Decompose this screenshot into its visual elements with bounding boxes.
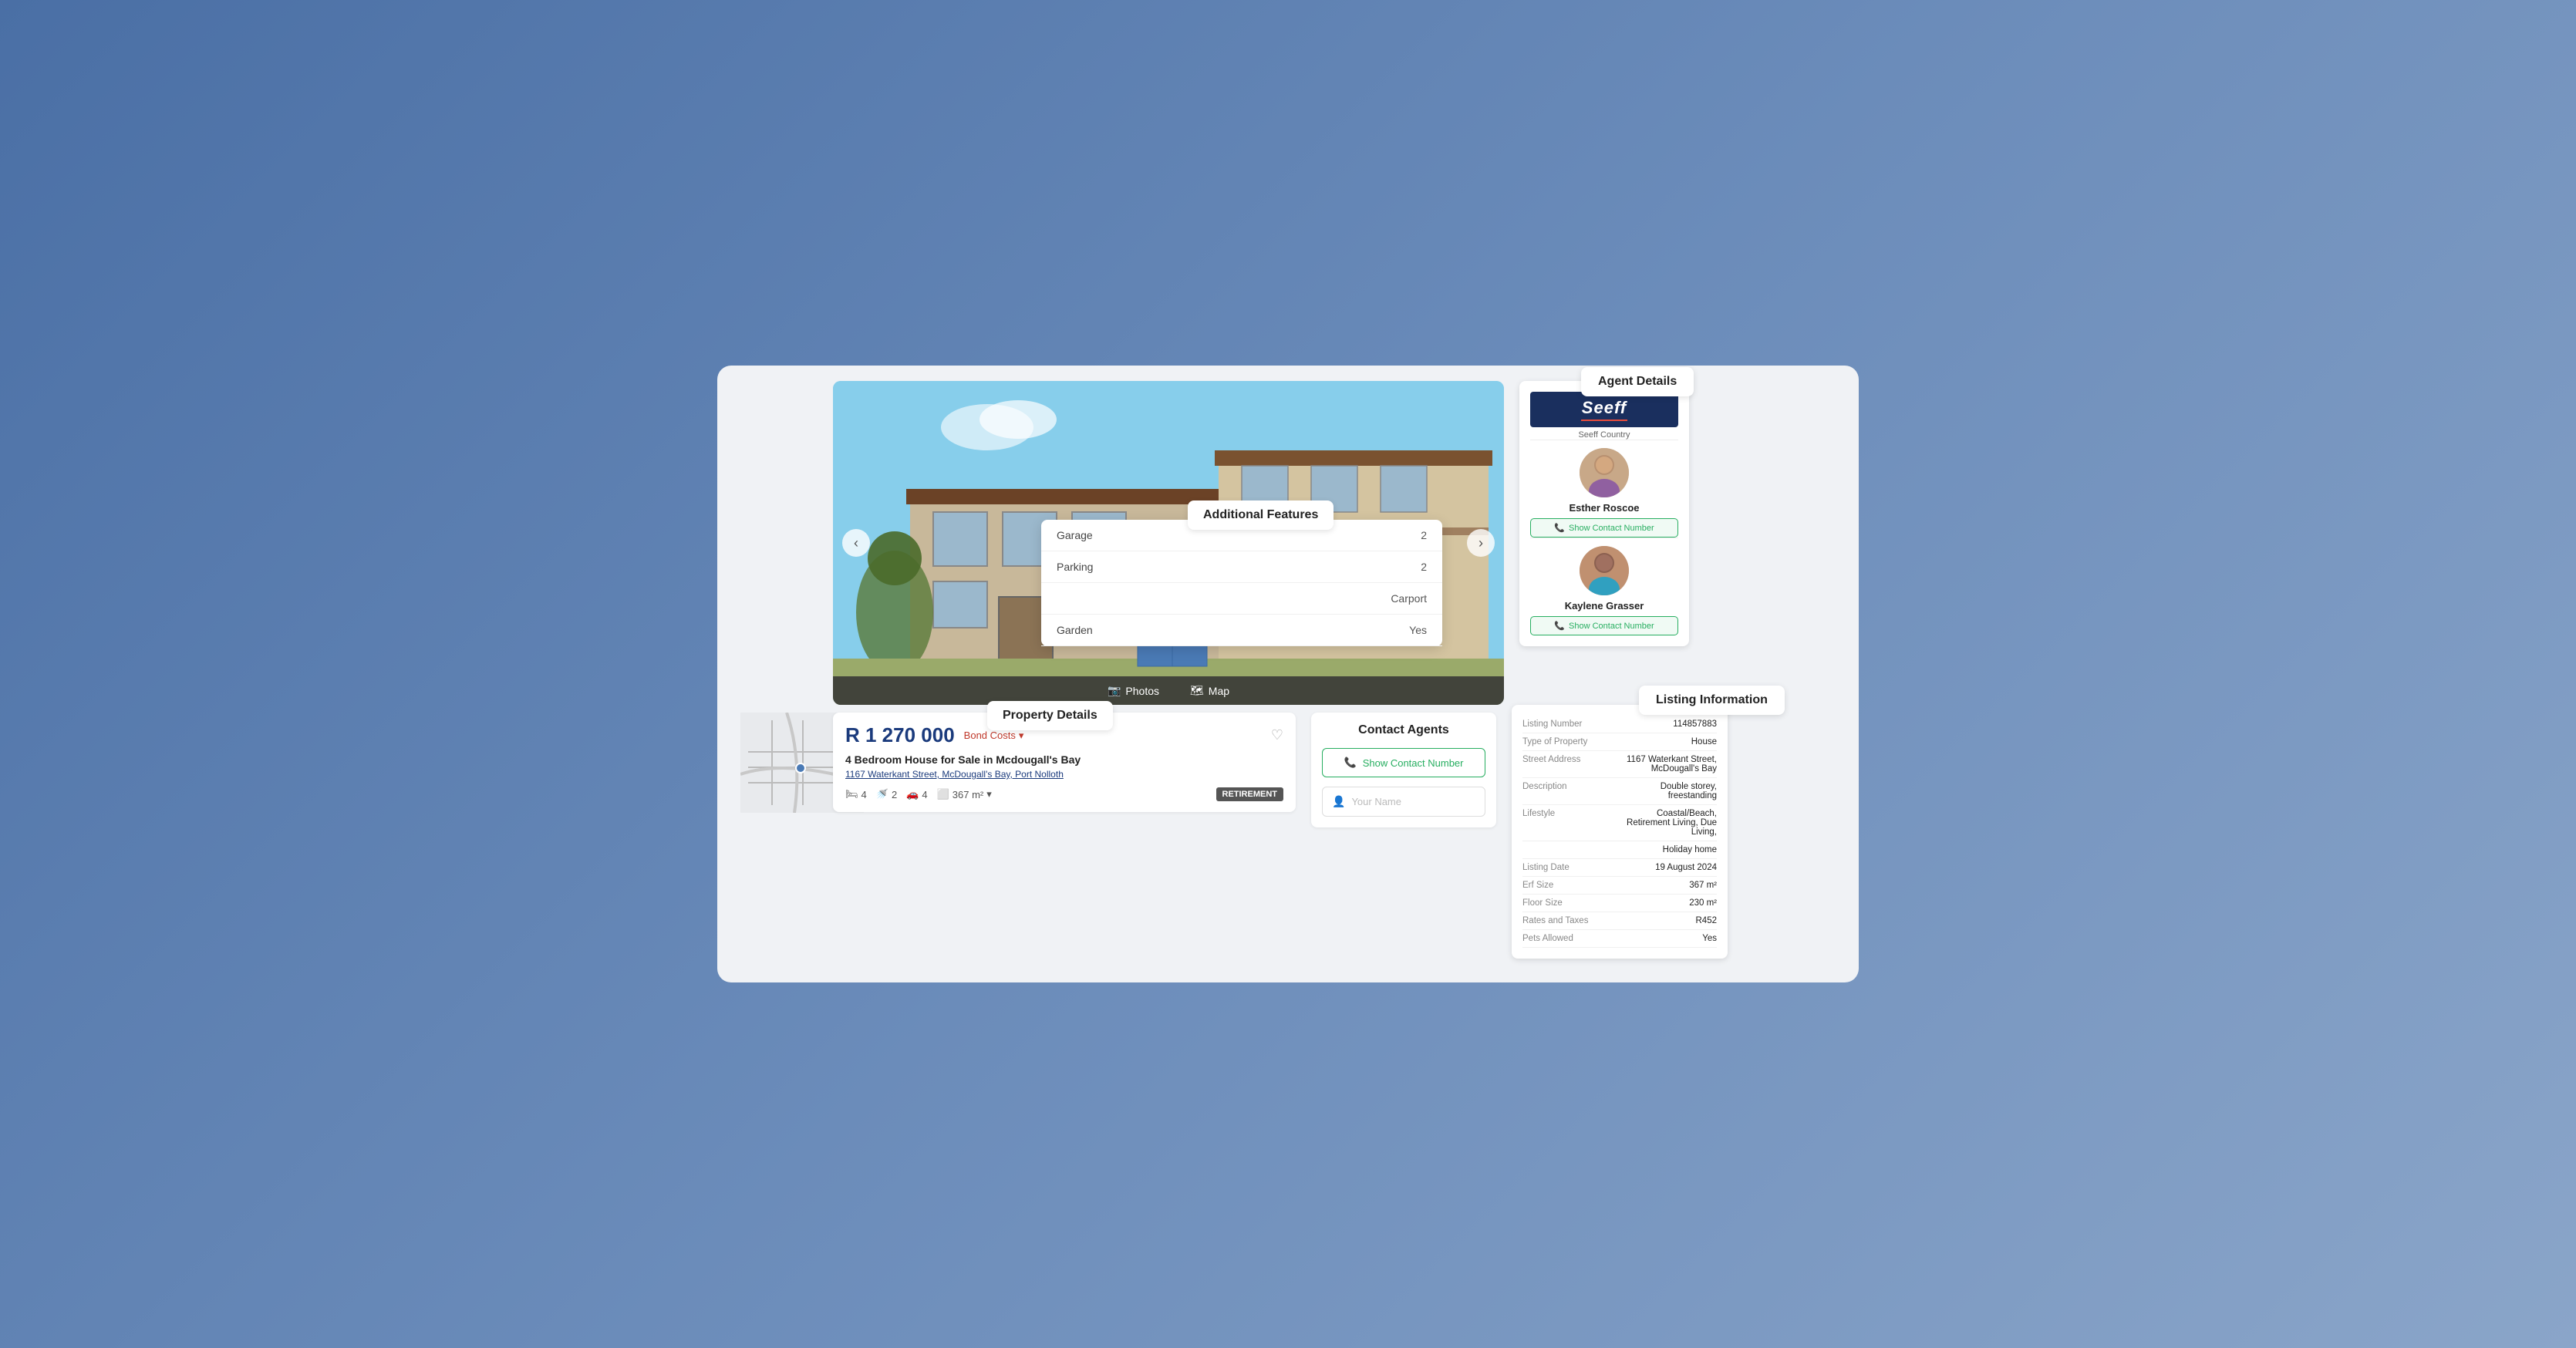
feature-value: Yes xyxy=(1242,615,1442,646)
listing-row: Street Address1167 Waterkant Street, McD… xyxy=(1522,751,1717,778)
agent-details-header: Agent Details xyxy=(1581,367,1694,396)
agent-avatar-kaylene xyxy=(1580,546,1629,595)
listing-row: Floor Size230 m² xyxy=(1522,895,1717,912)
additional-features-header: Additional Features xyxy=(1188,500,1334,530)
bath-icon: 🚿 xyxy=(876,788,888,800)
phone-icon-esther: 📞 xyxy=(1554,523,1565,533)
car-icon: 🚗 xyxy=(906,788,919,800)
photos-button[interactable]: 📷 Photos xyxy=(1108,684,1159,697)
seeff-country: Seeff Country xyxy=(1530,430,1678,440)
listing-row-value: 114857883 xyxy=(1615,719,1717,729)
property-title: 4 Bedroom House for Sale in Mcdougall's … xyxy=(845,753,1283,766)
listing-row-label: Erf Size xyxy=(1522,881,1615,890)
seeff-underline xyxy=(1581,420,1627,421)
listing-row-label: Rates and Taxes xyxy=(1522,916,1615,925)
image-toolbar: 📷 Photos 🗺 Map xyxy=(833,676,1504,705)
listing-row: Pets AllowedYes xyxy=(1522,930,1717,948)
bed-icon: 🛏 xyxy=(845,788,858,800)
feature-value: Carport xyxy=(1242,583,1442,615)
listing-row-value: Double storey, freestanding xyxy=(1615,782,1717,800)
listing-row-label xyxy=(1522,845,1615,854)
your-name-input[interactable]: 👤 Your Name xyxy=(1322,787,1485,817)
phone-icon-main: 📞 xyxy=(1344,757,1357,769)
property-stats: 🛏 4 🚿 2 🚗 4 ⬜ 367 m² ▾ RETIREMENT xyxy=(845,787,1283,801)
map-button[interactable]: 🗺 Map xyxy=(1190,684,1229,697)
show-contact-button-main[interactable]: 📞 Show Contact Number xyxy=(1322,748,1485,777)
listing-row: Type of PropertyHouse xyxy=(1522,733,1717,751)
chevron-down-icon: ▾ xyxy=(1019,730,1024,742)
agent-name-esther: Esther Roscoe xyxy=(1569,502,1639,514)
listing-row-label: Listing Date xyxy=(1522,863,1615,872)
listing-row-value: 19 August 2024 xyxy=(1615,863,1717,872)
agent-name-kaylene: Kaylene Grasser xyxy=(1565,600,1644,612)
show-contact-button-esther[interactable]: 📞 Show Contact Number xyxy=(1530,518,1678,538)
listing-row-value: 367 m² xyxy=(1615,881,1717,890)
feature-label: Parking xyxy=(1041,551,1242,583)
contact-agents-title: Contact Agents xyxy=(1322,723,1485,737)
next-image-button[interactable]: › xyxy=(1467,529,1495,557)
agent-card-esther: Esther Roscoe 📞 Show Contact Number xyxy=(1530,440,1678,538)
phone-icon-kaylene: 📞 xyxy=(1554,621,1565,631)
garages-stat: 🚗 4 xyxy=(906,788,927,800)
listing-row-value: Coastal/Beach, Retirement Living, Due Li… xyxy=(1615,809,1717,837)
agent-avatar-esther xyxy=(1580,448,1629,497)
beds-stat: 🛏 4 xyxy=(845,788,867,800)
listing-row-value: Holiday home xyxy=(1615,845,1717,854)
listing-row-label: Lifestyle xyxy=(1522,809,1615,837)
property-details-header: Property Details xyxy=(987,701,1113,730)
listing-row-label: Pets Allowed xyxy=(1522,934,1615,943)
person-icon: 👤 xyxy=(1332,795,1345,808)
feature-value: 2 xyxy=(1242,551,1442,583)
favorite-button[interactable]: ♡ xyxy=(1271,727,1283,743)
listing-row-label: Type of Property xyxy=(1522,737,1615,746)
contact-agents-panel: Contact Agents 📞 Show Contact Number 👤 Y… xyxy=(1311,713,1496,827)
expand-size-icon[interactable]: ▾ xyxy=(986,788,992,800)
feature-label: Garden xyxy=(1041,615,1242,646)
features-table: Garage2Parking2CarportGardenYes xyxy=(1041,520,1442,646)
photo-icon: 📷 xyxy=(1108,684,1121,697)
listing-row-label: Description xyxy=(1522,782,1615,800)
listing-info-header: Listing Information xyxy=(1639,686,1785,715)
feature-label xyxy=(1041,583,1242,615)
listing-row-label: Listing Number xyxy=(1522,719,1615,729)
property-price: R 1 270 000 xyxy=(845,723,955,747)
baths-stat: 🚿 2 xyxy=(876,788,897,800)
feature-row: Carport xyxy=(1041,583,1442,615)
listing-row: Erf Size367 m² xyxy=(1522,877,1717,895)
area-icon: ⬜ xyxy=(937,788,949,800)
bond-costs-button[interactable]: Bond Costs ▾ xyxy=(964,730,1024,742)
listing-row: Listing Date19 August 2024 xyxy=(1522,859,1717,877)
feature-row: GardenYes xyxy=(1041,615,1442,646)
map-icon: 🗺 xyxy=(1190,684,1204,697)
listing-row: DescriptionDouble storey, freestanding xyxy=(1522,778,1717,805)
show-contact-button-kaylene[interactable]: 📞 Show Contact Number xyxy=(1530,616,1678,635)
seeff-logo-text: Seeff xyxy=(1582,398,1627,418)
listing-row: Holiday home xyxy=(1522,841,1717,859)
listing-row-value: 1167 Waterkant Street, McDougall's Bay xyxy=(1615,755,1717,773)
listing-row-value: House xyxy=(1615,737,1717,746)
listing-row-value: R452 xyxy=(1615,916,1717,925)
prev-image-button[interactable]: ‹ xyxy=(842,529,870,557)
seeff-logo: Seeff xyxy=(1530,392,1678,427)
retirement-badge: RETIREMENT xyxy=(1216,787,1284,801)
listing-row-value: 230 m² xyxy=(1615,898,1717,908)
listing-row-label: Floor Size xyxy=(1522,898,1615,908)
additional-features-panel: Garage2Parking2CarportGardenYes xyxy=(1041,520,1442,646)
size-stat: ⬜ 367 m² ▾ xyxy=(937,788,992,800)
listing-row: LifestyleCoastal/Beach, Retirement Livin… xyxy=(1522,805,1717,841)
listing-row: Listing Number114857883 xyxy=(1522,716,1717,733)
property-address[interactable]: 1167 Waterkant Street, McDougall's Bay, … xyxy=(845,769,1283,780)
listing-row: Rates and TaxesR452 xyxy=(1522,912,1717,930)
feature-row: Parking2 xyxy=(1041,551,1442,583)
listing-row-label: Street Address xyxy=(1522,755,1615,773)
listing-row-value: Yes xyxy=(1615,934,1717,943)
listing-info-panel: Listing Number114857883Type of PropertyH… xyxy=(1512,705,1728,959)
agent-card-kaylene: Kaylene Grasser 📞 Show Contact Number xyxy=(1530,538,1678,635)
agent-panel: Seeff Seeff Country Esther Roscoe xyxy=(1519,381,1689,646)
